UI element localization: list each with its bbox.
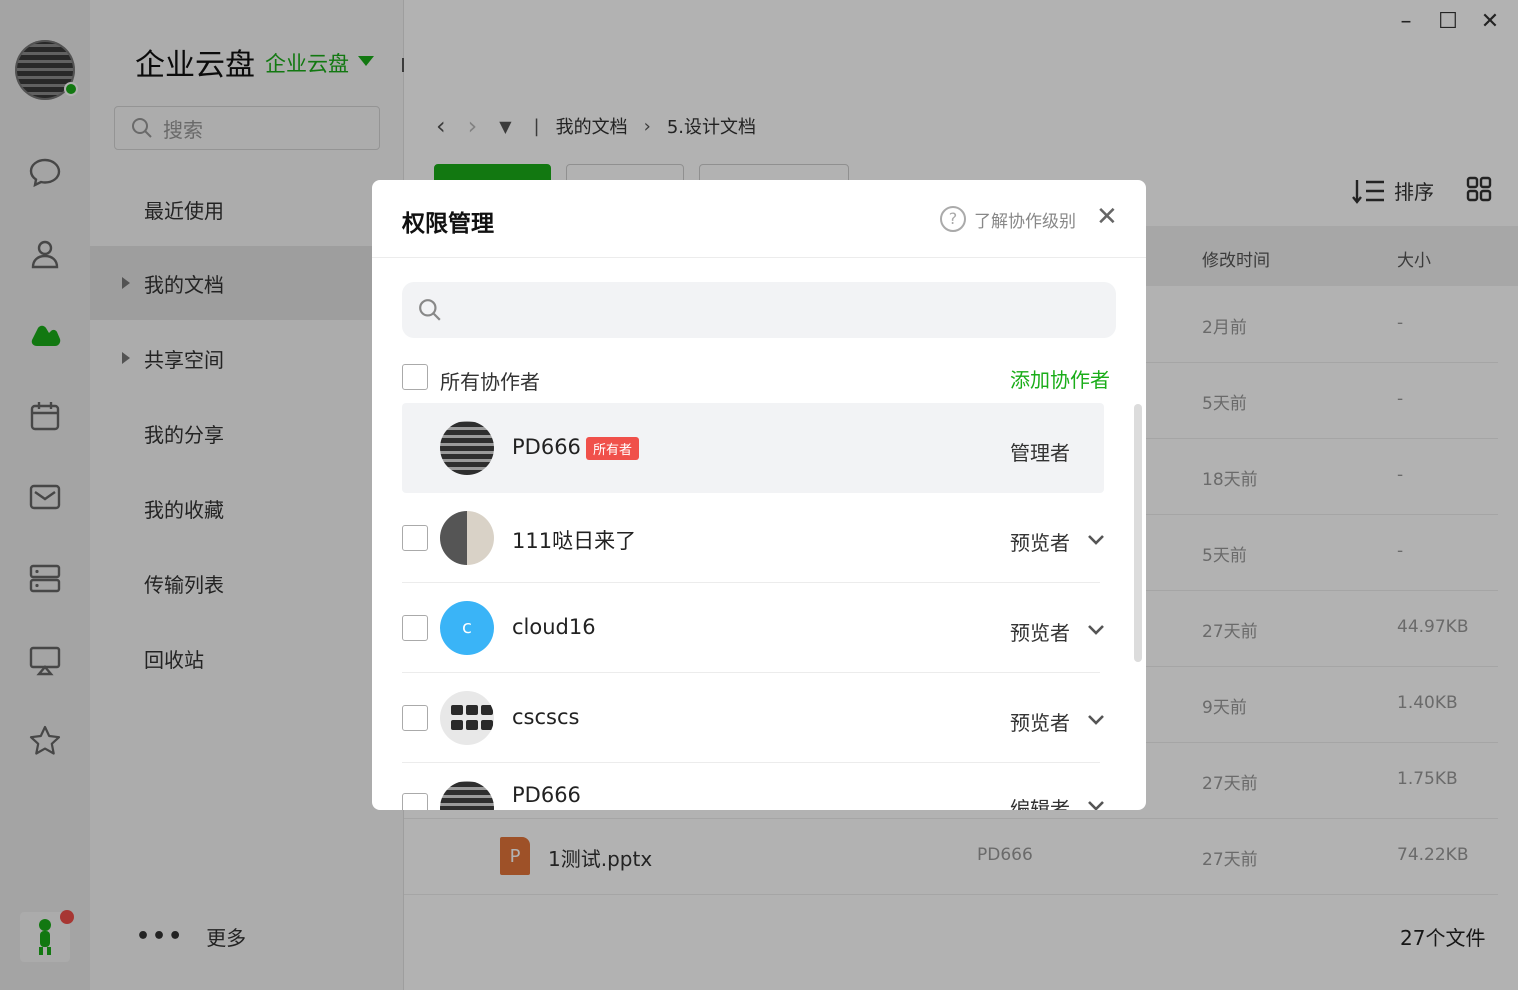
collaborator-avatar: [440, 781, 494, 810]
collaborator-avatar: c: [440, 601, 494, 655]
divider: [372, 257, 1146, 258]
collaborator-name: cloud16: [512, 615, 596, 639]
search-icon: [419, 299, 441, 321]
chevron-down-icon[interactable]: [1086, 709, 1106, 729]
collaborator-row: c cloud16 预览者: [402, 583, 1104, 673]
collaborator-row: PD666 所有者 管理者: [402, 403, 1104, 493]
collaborator-checkbox[interactable]: [402, 525, 428, 551]
owner-badge: 所有者: [586, 437, 640, 460]
all-collaborators-label: 所有协作者: [440, 370, 540, 394]
collaborator-checkbox[interactable]: [402, 615, 428, 641]
collaborator-row: 111哒日来了 预览者: [402, 493, 1104, 583]
collab-search-input[interactable]: [450, 290, 1110, 330]
collab-level-help-link[interactable]: ? 了解协作级别: [940, 206, 1076, 232]
collab-search-field[interactable]: [402, 282, 1116, 338]
collaborator-checkbox[interactable]: [402, 705, 428, 731]
collaborator-avatar: [440, 691, 494, 745]
collaborator-checkbox[interactable]: [402, 793, 428, 810]
role-dropdown[interactable]: 预览者: [1010, 617, 1070, 646]
chevron-down-icon[interactable]: [1086, 795, 1106, 810]
dialog-scrollbar[interactable]: [1134, 404, 1142, 662]
collaborator-avatar: [440, 421, 494, 475]
permission-dialog: 权限管理 ? 了解协作级别 ✕ 所有协作者 添加协作者 PD666 所有者 管理…: [372, 180, 1146, 810]
chevron-down-icon[interactable]: [1086, 619, 1106, 639]
dialog-title: 权限管理: [402, 211, 494, 237]
collaborator-role: 管理者: [1010, 441, 1070, 465]
add-collaborator-button[interactable]: 添加协作者: [1010, 364, 1110, 393]
collaborator-name: 111哒日来了: [512, 529, 637, 553]
collaborator-row: PD666 编辑者: [402, 763, 1104, 810]
select-all-checkbox[interactable]: [402, 364, 428, 390]
collaborator-name: cscscs: [512, 705, 580, 729]
close-dialog-button[interactable]: ✕: [1096, 202, 1118, 232]
collaborator-row: cscscs 预览者: [402, 673, 1104, 763]
help-icon: ?: [940, 206, 966, 232]
chevron-down-icon[interactable]: [1086, 529, 1106, 549]
collaborator-name: PD666: [512, 783, 581, 807]
role-dropdown[interactable]: 编辑者: [1010, 793, 1070, 810]
collaborator-avatar: [440, 511, 494, 565]
role-dropdown[interactable]: 预览者: [1010, 527, 1070, 556]
collaborator-name: PD666: [512, 435, 581, 459]
help-label: 了解协作级别: [974, 211, 1076, 232]
role-dropdown[interactable]: 预览者: [1010, 707, 1070, 736]
